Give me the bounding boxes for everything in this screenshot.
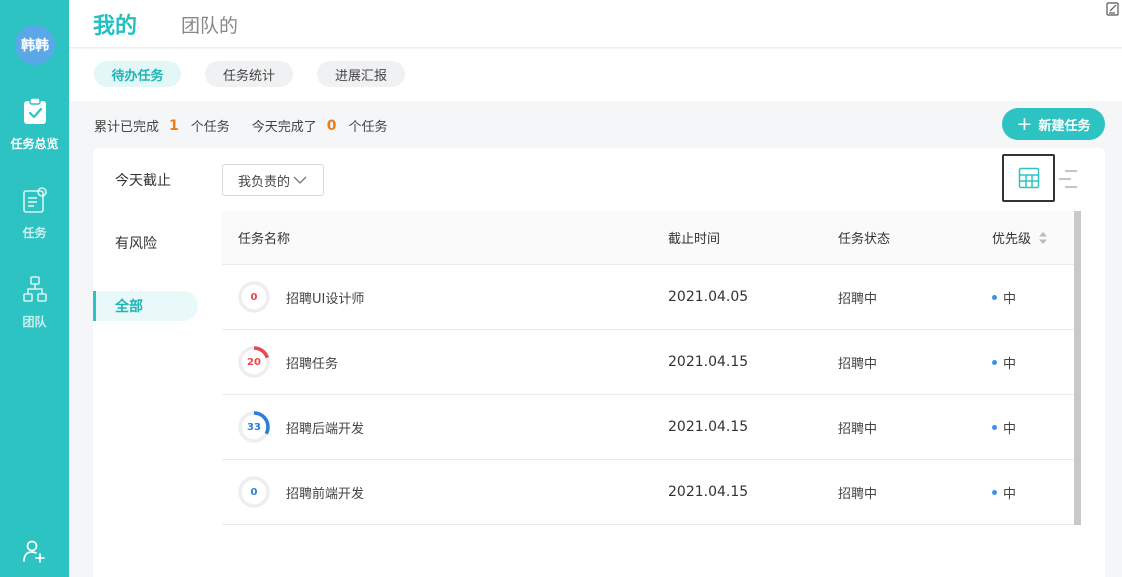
task-list-icon: [22, 187, 47, 213]
progress-value: 0: [250, 486, 258, 498]
column-header-due: 截止时间: [668, 232, 721, 247]
task-due-date: 2021.04.15: [668, 419, 749, 435]
task-priority: 中: [992, 483, 1016, 502]
sidebar-item-task-overview[interactable]: 任务总览: [0, 97, 69, 152]
add-user-icon[interactable]: [22, 539, 46, 563]
filter-at-risk[interactable]: 有风险: [93, 228, 198, 258]
task-due-date: 2021.04.05: [668, 289, 749, 305]
priority-dot: [992, 424, 997, 430]
priority-dot: [992, 359, 997, 365]
progress-ring: 0: [238, 281, 270, 313]
summary-total-prefix: 累计已完成: [94, 120, 160, 135]
summary-today-suffix: 个任务: [348, 120, 388, 135]
table-row[interactable]: 0 招聘前端开发 2021.04.15 招聘中 中: [222, 460, 1081, 525]
list-view-icon[interactable]: [1057, 168, 1079, 190]
task-name-cell[interactable]: 0 招聘前端开发: [238, 476, 364, 508]
task-due-date: 2021.04.15: [668, 354, 749, 370]
org-tree-icon: [22, 276, 47, 302]
task-priority: 中: [992, 353, 1016, 372]
task-priority: 中: [992, 288, 1016, 307]
priority-label: 中: [1003, 291, 1017, 307]
task-table: 任务名称 截止时间 任务状态 优先级 0 招聘UI设计师 2021.04.05 招聘中…: [222, 211, 1081, 525]
table-grid-icon: [1018, 167, 1039, 189]
table-row[interactable]: 33 招聘后端开发 2021.04.15 招聘中 中: [222, 395, 1081, 460]
progress-ring: 33: [238, 411, 270, 443]
task-name-cell[interactable]: 0 招聘UI设计师: [238, 281, 364, 313]
column-header-priority-label: 优先级: [992, 232, 1032, 247]
progress-value: 0: [250, 291, 258, 303]
new-task-label: 新建任务: [1038, 118, 1091, 134]
new-task-button[interactable]: + 新建任务: [1002, 108, 1105, 140]
task-priority: 中: [992, 418, 1016, 437]
dropdown-selected: 我负责的: [238, 174, 291, 190]
summary-today-count: 0: [326, 117, 337, 134]
table-scrollbar[interactable]: [1074, 211, 1081, 525]
subtab-todo[interactable]: 待办任务: [94, 61, 181, 87]
priority-label: 中: [1003, 421, 1017, 437]
summary-total-suffix: 个任务: [190, 120, 230, 135]
subtab-bar: 待办任务 任务统计 进展汇报: [69, 49, 1122, 101]
summary-today-prefix: 今天完成了: [251, 120, 317, 135]
task-due-date: 2021.04.15: [668, 484, 749, 500]
subtab-statistics[interactable]: 任务统计: [205, 61, 293, 87]
progress-ring: 0: [238, 476, 270, 508]
task-summary: 累计已完成 1 个任务 今天完成了 0 个任务: [94, 116, 388, 136]
column-header-status: 任务状态: [838, 232, 891, 247]
task-name: 招聘前端开发: [286, 486, 365, 502]
priority-dot: [992, 489, 997, 495]
chevron-down-icon: [293, 176, 307, 184]
task-name-cell[interactable]: 20 招聘任务: [238, 346, 338, 378]
summary-total-count: 1: [169, 117, 179, 134]
table-row[interactable]: 20 招聘任务 2021.04.15 招聘中 中: [222, 330, 1081, 395]
owner-dropdown[interactable]: 我负责的: [222, 164, 324, 196]
task-name: 招聘UI设计师: [286, 291, 365, 307]
clipboard-check-icon: [23, 97, 46, 124]
tab-team[interactable]: 团队的: [181, 11, 238, 38]
priority-label: 中: [1003, 486, 1017, 502]
task-status: 招聘中: [838, 291, 878, 307]
task-status: 招聘中: [838, 486, 878, 502]
progress-value: 20: [247, 356, 261, 368]
task-status: 招聘中: [838, 356, 878, 372]
sidebar-item-label: 团队: [22, 315, 47, 329]
table-header: 任务名称 截止时间 任务状态 优先级: [222, 211, 1081, 265]
tab-mine[interactable]: 我的: [93, 8, 137, 40]
filter-all[interactable]: 全部: [93, 291, 198, 321]
plus-icon: +: [1016, 112, 1033, 135]
column-header-name: 任务名称: [238, 232, 291, 247]
avatar[interactable]: 韩韩: [15, 25, 55, 65]
edit-note-icon[interactable]: [1106, 2, 1120, 16]
progress-ring: 20: [238, 346, 270, 378]
task-name: 招聘任务: [286, 356, 339, 372]
column-header-priority[interactable]: 优先级: [992, 228, 1048, 247]
subtab-progress-report[interactable]: 进展汇报: [317, 61, 405, 87]
header: 我的 团队的: [69, 0, 1122, 48]
task-name-cell[interactable]: 33 招聘后端开发: [238, 411, 364, 443]
sidebar: 韩韩 任务总览 任务 团队: [0, 0, 69, 577]
priority-label: 中: [1003, 356, 1017, 372]
task-card: 今天截止 有风险 全部 我负责的 任务名称 截止时间 任务状态 优先级 0 招聘…: [93, 148, 1105, 577]
task-name: 招聘后端开发: [286, 421, 365, 437]
sidebar-item-label: 任务总览: [10, 137, 59, 151]
table-row[interactable]: 0 招聘UI设计师 2021.04.05 招聘中 中: [222, 265, 1081, 330]
priority-dot: [992, 294, 997, 300]
grid-view-button[interactable]: [1002, 154, 1055, 202]
task-status: 招聘中: [838, 421, 878, 437]
sort-icon[interactable]: [1039, 231, 1048, 244]
sidebar-item-team[interactable]: 团队: [0, 275, 69, 330]
sidebar-item-label: 任务: [22, 226, 47, 240]
filter-due-today[interactable]: 今天截止: [93, 165, 198, 195]
sidebar-item-tasks[interactable]: 任务: [0, 186, 69, 241]
progress-value: 33: [247, 421, 261, 433]
